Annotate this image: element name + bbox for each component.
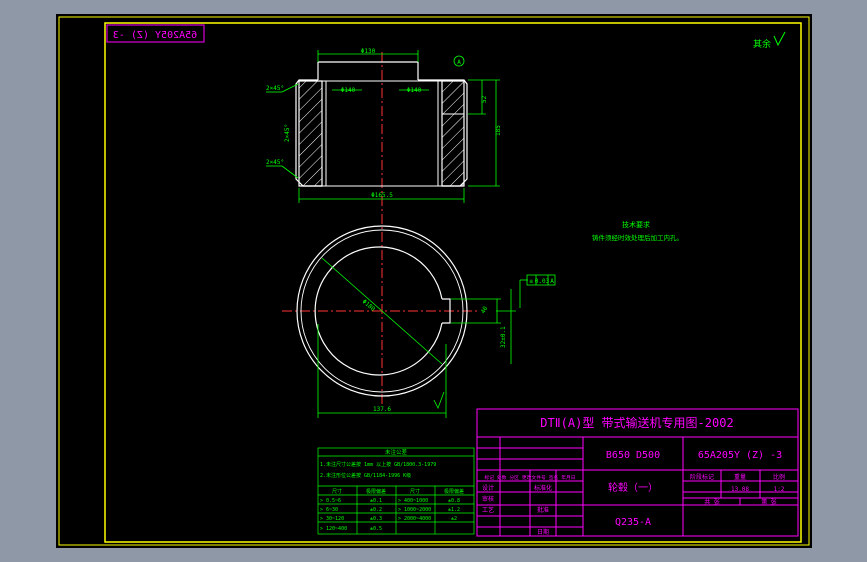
role-process: 工艺	[482, 506, 494, 514]
role-reviewer: 审核	[482, 495, 494, 503]
dim-chamfer-bottom-left: 2×45°	[266, 159, 284, 166]
role-approval: 批准	[537, 506, 549, 514]
dim-inner-right: Φ140	[407, 87, 422, 94]
scale-label: 比例	[773, 473, 785, 481]
tol-value: 0.03	[535, 278, 550, 285]
tol-cell: > 30~120	[320, 516, 344, 522]
dim-height-1: 52	[481, 95, 488, 103]
tol-cell: > 6~30	[320, 507, 338, 513]
tol-cell: ±1.2	[448, 507, 460, 513]
stage-label: 阶段标记	[690, 473, 714, 481]
drawing-number: 65A205Y (Z) -3	[698, 450, 782, 461]
tol-note-2: 2.未注形位公差按 GB/1184-1996 K级	[320, 472, 411, 479]
tol-note-1: 1.未注尺寸公差按 1mm 以上按 GB/1800.3-1979	[320, 461, 436, 468]
tol-cell: ±0.3	[370, 516, 382, 522]
tol-cell: > 2000~4000	[398, 516, 431, 522]
sheet-number: 第 张	[761, 498, 777, 506]
tol-header-4: 极限偏差	[444, 488, 464, 495]
mirrored-stamp-text: 65A205Y (Z) -3	[113, 30, 197, 41]
tech-req-title: 技术要求	[622, 220, 650, 229]
dim-chamfer-top-left: 2×45°	[266, 85, 284, 92]
role-date: 日期	[537, 528, 549, 536]
dim-outer-bottom: Φ165.5	[371, 192, 393, 199]
part-name: 轮毂（一）	[608, 481, 658, 494]
tol-header-3: 尺寸	[410, 488, 420, 495]
title-block-header: DTⅡ(A)型 带式输送机专用图-2002	[540, 415, 733, 430]
tol-cell: ±0.5	[370, 526, 382, 532]
tol-datum: A	[550, 278, 554, 285]
tol-table-title: 未注公差	[385, 448, 408, 456]
tech-req-text: 铸件须经时效处理后加工内孔。	[592, 233, 683, 242]
dim-height-2: 185	[495, 125, 502, 136]
tol-cell: > 1000~2000	[398, 507, 431, 513]
weight-value: 13.08	[731, 486, 749, 493]
tol-header-2: 极限偏差	[366, 488, 386, 495]
tol-header-1: 尺寸	[332, 488, 342, 495]
engineering-drawing: 65A205Y (Z) -3 其余 Φ130 Φ140 Φ140 2×45° 2…	[56, 14, 812, 548]
tol-cell: > 400~1000	[398, 498, 428, 504]
role-standardization: 标准化	[534, 484, 552, 492]
weight-label: 重量	[734, 473, 746, 481]
tol-cell: ±2	[451, 516, 457, 522]
dim-inner-left: Φ140	[341, 87, 356, 94]
tol-cell: > 120~400	[320, 526, 347, 532]
dim-top-width: Φ130	[361, 48, 376, 55]
tol-cell: ±0.8	[448, 498, 460, 504]
cad-viewport[interactable]: 65A205Y (Z) -3 其余 Φ130 Φ140 Φ140 2×45° 2…	[56, 14, 812, 548]
sheet-total: 共 张	[704, 498, 720, 506]
revision-header: 标记 处数 分区 更改文件号 签名 年月日	[484, 474, 575, 481]
tol-symbol: ≡	[529, 278, 533, 285]
dim-keyway-offset: 32±0.1	[500, 326, 507, 348]
tol-cell: ±0.2	[370, 507, 382, 513]
scale-value: 1:2	[774, 486, 785, 493]
tol-cell: ±0.1	[370, 498, 382, 504]
datum-a-label: A	[457, 59, 461, 66]
dim-chamfer-mid-left: 2×45°	[284, 124, 291, 142]
spec-label: B650 D500	[606, 450, 660, 461]
role-designer: 设计	[482, 484, 494, 492]
dim-bottom: 137.6	[373, 406, 391, 413]
material: Q235-A	[615, 517, 651, 528]
roughness-note: 其余	[753, 38, 771, 50]
tol-cell: > 0.5~6	[320, 498, 341, 504]
